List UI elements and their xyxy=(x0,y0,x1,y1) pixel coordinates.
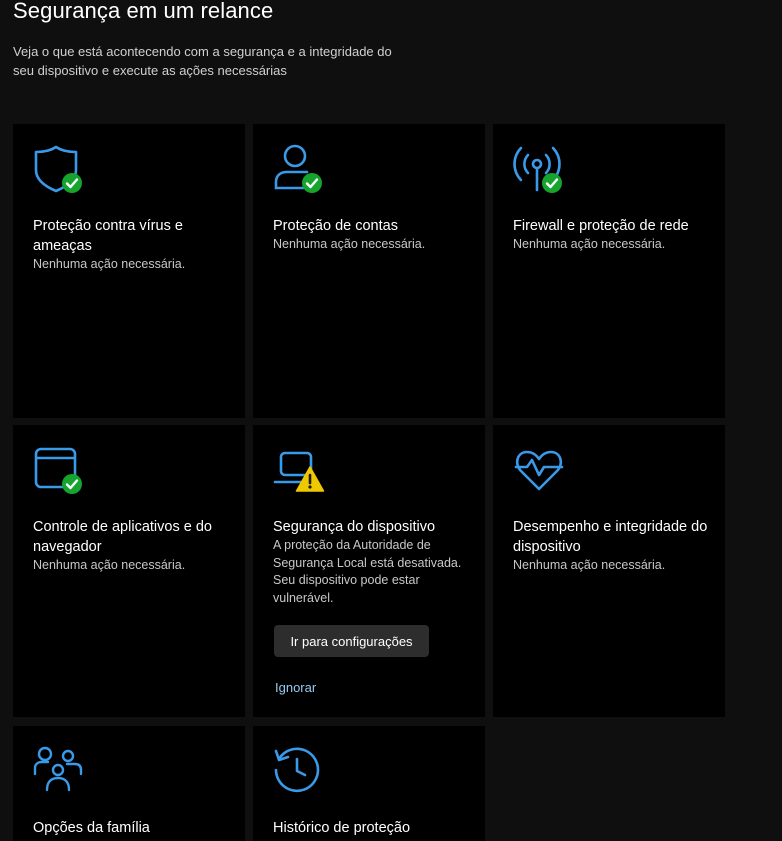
tile-title: Proteção de contas xyxy=(273,218,398,234)
tile-firewall[interactable]: Firewall e proteção de rede Nenhuma ação… xyxy=(493,124,725,418)
family-icon xyxy=(33,746,85,796)
check-badge-icon xyxy=(301,172,323,194)
tile-title: Firewall e proteção de rede xyxy=(513,218,689,234)
go-to-settings-button[interactable]: Ir para configurações xyxy=(274,625,429,657)
tile-account-protection[interactable]: Proteção de contas Nenhuma ação necessár… xyxy=(253,124,485,418)
tile-device-performance[interactable]: Desempenho e integridade do dispositivo … xyxy=(493,425,725,717)
check-badge-icon xyxy=(61,473,83,495)
tile-title: Histórico de proteção xyxy=(273,820,411,836)
tile-device-security[interactable]: Segurança do dispositivo A proteção da A… xyxy=(253,425,485,717)
history-clock-icon xyxy=(273,746,325,796)
tile-status: Nenhuma ação necessária. xyxy=(33,558,186,572)
check-badge-icon xyxy=(541,172,563,194)
tile-virus-protection[interactable]: Proteção contra vírus e ameaças Nenhuma … xyxy=(13,124,245,418)
tile-app-browser-control[interactable]: Controle de aplicativos e do navegador N… xyxy=(13,425,245,717)
tile-protection-history[interactable]: Histórico de proteção xyxy=(253,726,485,841)
page-subtitle: Veja o que está acontecendo com a segura… xyxy=(13,44,392,78)
tile-status: Nenhuma ação necessária. xyxy=(513,237,666,251)
tile-title: Segurança do dispositivo xyxy=(273,519,436,535)
dismiss-link[interactable]: Ignorar xyxy=(275,680,316,695)
tile-family-options[interactable]: Opções da família xyxy=(13,726,245,841)
tile-title: Controle de aplicativos e do navegador xyxy=(33,519,212,555)
heart-pulse-icon xyxy=(513,445,565,495)
tile-title: Proteção contra vírus e ameaças xyxy=(33,218,183,254)
tile-title: Opções da família xyxy=(33,820,150,836)
check-badge-icon xyxy=(61,172,83,194)
windows-security-home: Segurança em um relance Veja o que está … xyxy=(0,0,782,841)
warning-icon xyxy=(295,465,325,493)
tile-status: A proteção da Autoridade de Segurança Lo… xyxy=(273,538,462,605)
tile-status: Nenhuma ação necessária. xyxy=(273,237,426,251)
tile-status: Nenhuma ação necessária. xyxy=(513,558,666,572)
tile-status: Nenhuma ação necessária. xyxy=(33,257,186,271)
page-title: Segurança em um relance xyxy=(13,0,274,23)
tile-title: Desempenho e integridade do dispositivo xyxy=(513,519,708,555)
